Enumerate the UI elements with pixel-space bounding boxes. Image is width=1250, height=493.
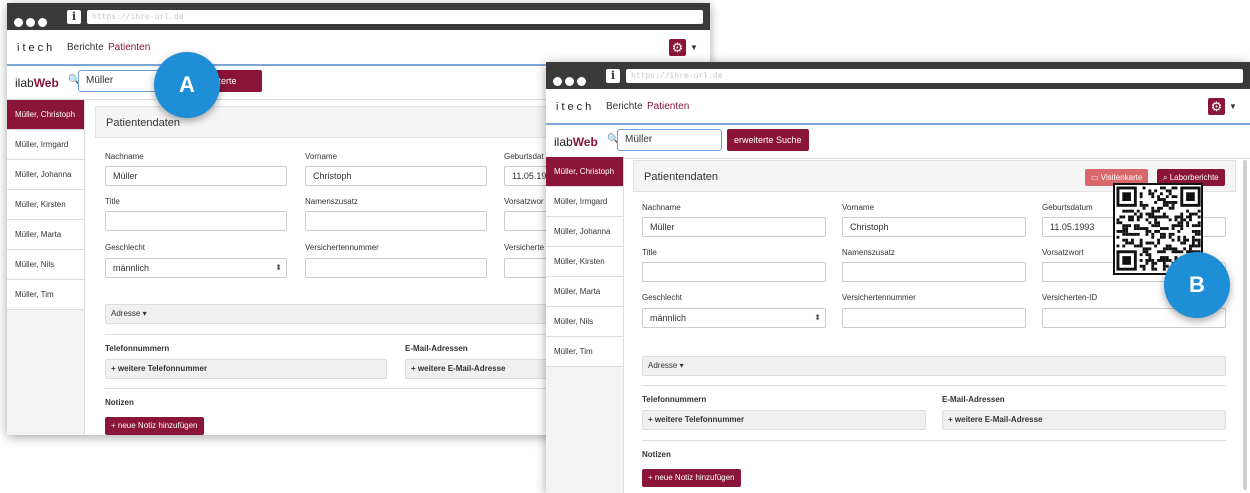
label-vorsatzwort: Vorsatzwor (504, 197, 544, 206)
title-field[interactable] (105, 211, 287, 231)
brand-logo: itech (556, 101, 595, 113)
label-nachname: Nachname (642, 203, 681, 212)
list-item[interactable]: Müller, Johanna (546, 217, 623, 247)
label-namenszusatz: Namenszusatz (842, 248, 895, 257)
patient-list: Müller, Christoph Müller, Irmgard Müller… (546, 157, 624, 493)
brand-logo: itech (17, 42, 56, 54)
adresse-toggle[interactable]: Adresse ▾ (642, 356, 1226, 376)
search-row: ilabWeb 🔍 Müller erweiterte Suche (546, 125, 1250, 159)
geschlecht-select[interactable]: männlich ⬍ (105, 258, 287, 278)
nachname-field[interactable]: Müller (105, 166, 287, 186)
notizen-title: Notizen (105, 398, 134, 407)
title-field[interactable] (642, 262, 826, 282)
window-dot[interactable] (14, 18, 23, 27)
ilabweb-logo: ilabWeb (554, 135, 598, 149)
chevron-down-icon[interactable]: ▼ (690, 43, 698, 52)
label-namenszusatz: Namenszusatz (305, 197, 358, 206)
info-icon[interactable]: i (606, 69, 620, 83)
label-title: Title (642, 248, 657, 257)
list-item[interactable]: Müller, Tim (546, 337, 623, 367)
add-phone-button[interactable]: + weitere Telefonnummer (642, 410, 926, 430)
label-nachname: Nachname (105, 152, 144, 161)
scrollbar[interactable] (1243, 160, 1247, 490)
top-navbar: itech Berichte Patienten ⚙ ▼ (7, 30, 710, 66)
select-arrow-icon: ⬍ (814, 313, 821, 322)
label-geschlecht: Geschlecht (105, 243, 146, 252)
ilabweb-logo: ilabWeb (15, 76, 59, 90)
search-input[interactable]: Müller (617, 129, 722, 151)
label-vorname: Vorname (842, 203, 875, 212)
list-item[interactable]: Müller, Kirsten (7, 190, 84, 220)
vorname-field[interactable]: Christoph (305, 166, 487, 186)
notizen-title: Notizen (642, 450, 671, 459)
label-geburtsdatum: Geburtsdatum (1042, 203, 1093, 212)
telefon-title: Telefonnummern (642, 395, 707, 404)
url-bar[interactable]: https://ihre-url.de (87, 10, 703, 24)
select-arrow-icon: ⬍ (275, 263, 282, 272)
list-item[interactable]: Müller, Irmgard (546, 187, 623, 217)
nav-berichte[interactable]: Berichte (67, 42, 104, 53)
divider (642, 440, 1226, 441)
id-card-icon: ▭ (1091, 173, 1101, 182)
gear-icon[interactable]: ⚙ (1208, 98, 1225, 115)
vorname-field[interactable]: Christoph (842, 217, 1026, 237)
browser-chrome: i https://ihre-url.de (7, 3, 710, 30)
email-title: E-Mail-Adressen (405, 344, 468, 353)
nav-patienten[interactable]: Patienten (647, 101, 689, 112)
label-versicherten-id: Versicherte (504, 243, 545, 252)
nav-patienten[interactable]: Patienten (108, 42, 150, 53)
list-item[interactable]: Müller, Christoph (7, 100, 84, 130)
list-item[interactable]: Müller, Nils (546, 307, 623, 337)
gear-icon[interactable]: ⚙ (669, 39, 686, 56)
panel-title: Patientendaten (644, 171, 719, 183)
url-bar[interactable]: https://ihre-url.de (626, 69, 1243, 83)
label-vorsatzwort: Vorsatzwort (1042, 248, 1084, 257)
list-item[interactable]: Müller, Irmgard (7, 130, 84, 160)
window-dot[interactable] (577, 77, 586, 86)
nav-berichte[interactable]: Berichte (606, 101, 643, 112)
callout-badge-a: A (154, 52, 220, 118)
window-dot[interactable] (553, 77, 562, 86)
window-dot[interactable] (565, 77, 574, 86)
chevron-down-icon[interactable]: ▼ (1229, 102, 1237, 111)
add-email-button[interactable]: + weitere E-Mail-Adresse (942, 410, 1226, 430)
label-geschlecht: Geschlecht (642, 293, 683, 302)
label-versichertennummer: Versichertennummer (305, 243, 379, 252)
telefon-title: Telefonnummern (105, 344, 170, 353)
label-versichertennummer: Versichertennummer (842, 293, 916, 302)
list-item[interactable]: Müller, Tim (7, 280, 84, 310)
top-navbar: itech Berichte Patienten ⚙ ▼ (546, 89, 1250, 125)
search-icon: ⌕ (1163, 173, 1170, 182)
patient-list: Müller, Christoph Müller, Irmgard Müller… (7, 100, 85, 435)
list-item[interactable]: Müller, Kirsten (546, 247, 623, 277)
info-icon[interactable]: i (67, 10, 81, 24)
versichertennummer-field[interactable] (305, 258, 487, 278)
list-item[interactable]: Müller, Johanna (7, 160, 84, 190)
versichertennummer-field[interactable] (842, 308, 1026, 328)
window-dot[interactable] (26, 18, 35, 27)
list-item[interactable]: Müller, Marta (7, 220, 84, 250)
browser-window-b: i https://ihre-url.de itech Berichte Pat… (546, 62, 1250, 493)
namenszusatz-field[interactable] (305, 211, 487, 231)
add-note-button[interactable]: + neue Notiz hinzufügen (105, 417, 204, 435)
nachname-field[interactable]: Müller (642, 217, 826, 237)
label-title: Title (105, 197, 120, 206)
label-versicherten-id: Versicherten-ID (1042, 293, 1098, 302)
namenszusatz-field[interactable] (842, 262, 1026, 282)
label-geburtsdatum: Geburtsdat (504, 152, 544, 161)
window-dot[interactable] (38, 18, 47, 27)
geschlecht-select[interactable]: männlich ⬍ (642, 308, 826, 328)
advanced-search-button[interactable]: erweiterte Suche (727, 129, 809, 151)
add-note-button[interactable]: + neue Notiz hinzufügen (642, 469, 741, 487)
callout-badge-b: B (1164, 252, 1230, 318)
list-item[interactable]: Müller, Nils (7, 250, 84, 280)
add-phone-button[interactable]: + weitere Telefonnummer (105, 359, 387, 379)
panel-title: Patientendaten (106, 117, 181, 129)
list-item[interactable]: Müller, Marta (546, 277, 623, 307)
list-item[interactable]: Müller, Christoph (546, 157, 623, 187)
label-vorname: Vorname (305, 152, 338, 161)
divider (642, 385, 1226, 386)
browser-chrome: i https://ihre-url.de (546, 62, 1250, 89)
email-title: E-Mail-Adressen (942, 395, 1005, 404)
